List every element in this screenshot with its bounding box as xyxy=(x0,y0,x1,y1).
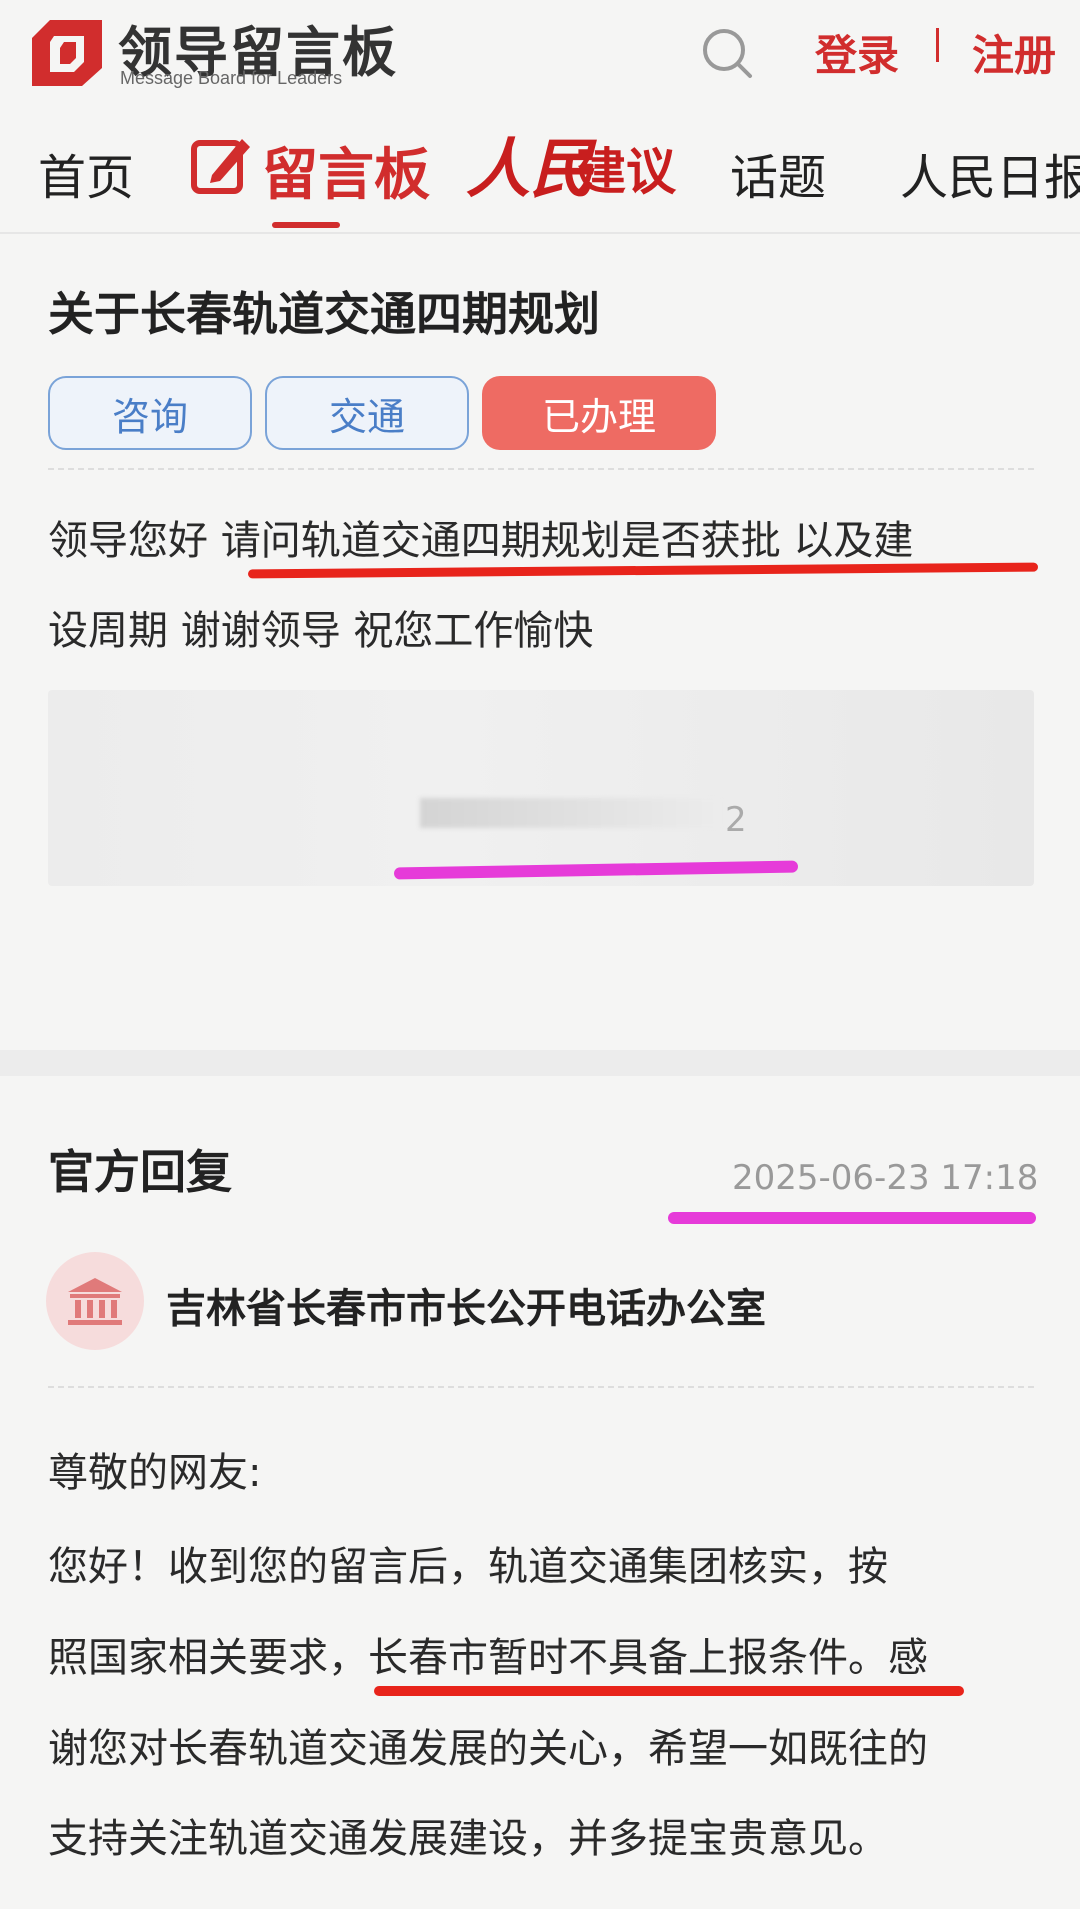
search-icon[interactable] xyxy=(700,26,754,80)
annotation-underline-pink xyxy=(668,1212,1036,1224)
government-building-icon xyxy=(68,1278,122,1325)
section-separator xyxy=(0,1050,1080,1076)
tag-consult[interactable]: 咨询 xyxy=(48,376,252,450)
blurred-text xyxy=(420,798,720,828)
nav-tab-topic[interactable]: 话题 xyxy=(730,138,826,208)
login-link[interactable]: 登录 xyxy=(815,22,899,83)
reply-body-line-4: 支持关注轨道交通发展建设，并多提宝贵意见。 xyxy=(48,1816,888,1862)
divider xyxy=(48,468,1034,470)
message-body-line-1: 领导您好 请问轨道交通四期规划是否获批 以及建 xyxy=(48,518,914,564)
reply-office-name[interactable]: 吉林省长春市市长公开电话办公室 xyxy=(166,1276,766,1334)
logo-subtitle: Message Board for Leaders xyxy=(120,68,343,88)
edit-icon xyxy=(191,139,250,194)
status-badge: 已办理 xyxy=(482,376,716,450)
register-link[interactable]: 注册 xyxy=(972,22,1056,83)
active-tab-indicator xyxy=(272,222,340,228)
nav-divider xyxy=(0,232,1080,234)
reply-body-line-3: 谢您对长春轨道交通发展的关心，希望一如既往的 xyxy=(48,1726,928,1772)
logo-icon[interactable] xyxy=(30,18,104,88)
message-body-line-2: 设周期 谢谢领导 祝您工作愉快 xyxy=(48,608,594,654)
annotation-underline-red xyxy=(374,1686,964,1696)
nav-tab-peoples-daily[interactable]: 人民日报 xyxy=(900,138,1080,208)
divider xyxy=(48,1386,1034,1388)
reply-salutation: 尊敬的网友: xyxy=(48,1450,262,1496)
avatar xyxy=(46,1252,144,1350)
nav-tab-suggestion-brand[interactable]: 人民 xyxy=(466,118,594,210)
reply-timestamp: 2025-06-23 17:18 xyxy=(732,1158,1039,1198)
nav-tab-suggestion[interactable]: 建议 xyxy=(576,132,676,204)
reply-body-line-2: 照国家相关要求，长春市暂时不具备上报条件。感 xyxy=(48,1635,928,1681)
blurred-digit: 2 xyxy=(725,800,747,840)
reply-title: 官方回复 xyxy=(48,1145,232,1199)
reply-body-line-1: 您好！收到您的留言后，轨道交通集团核实，按 xyxy=(48,1544,888,1590)
message-title: 关于长春轨道交通四期规划 xyxy=(48,287,600,341)
blurred-region xyxy=(48,690,1034,886)
nav-tab-home[interactable]: 首页 xyxy=(38,138,134,208)
tag-traffic[interactable]: 交通 xyxy=(265,376,469,450)
nav-tab-message-board[interactable]: 留言板 xyxy=(262,130,430,211)
header-separator xyxy=(936,28,939,62)
